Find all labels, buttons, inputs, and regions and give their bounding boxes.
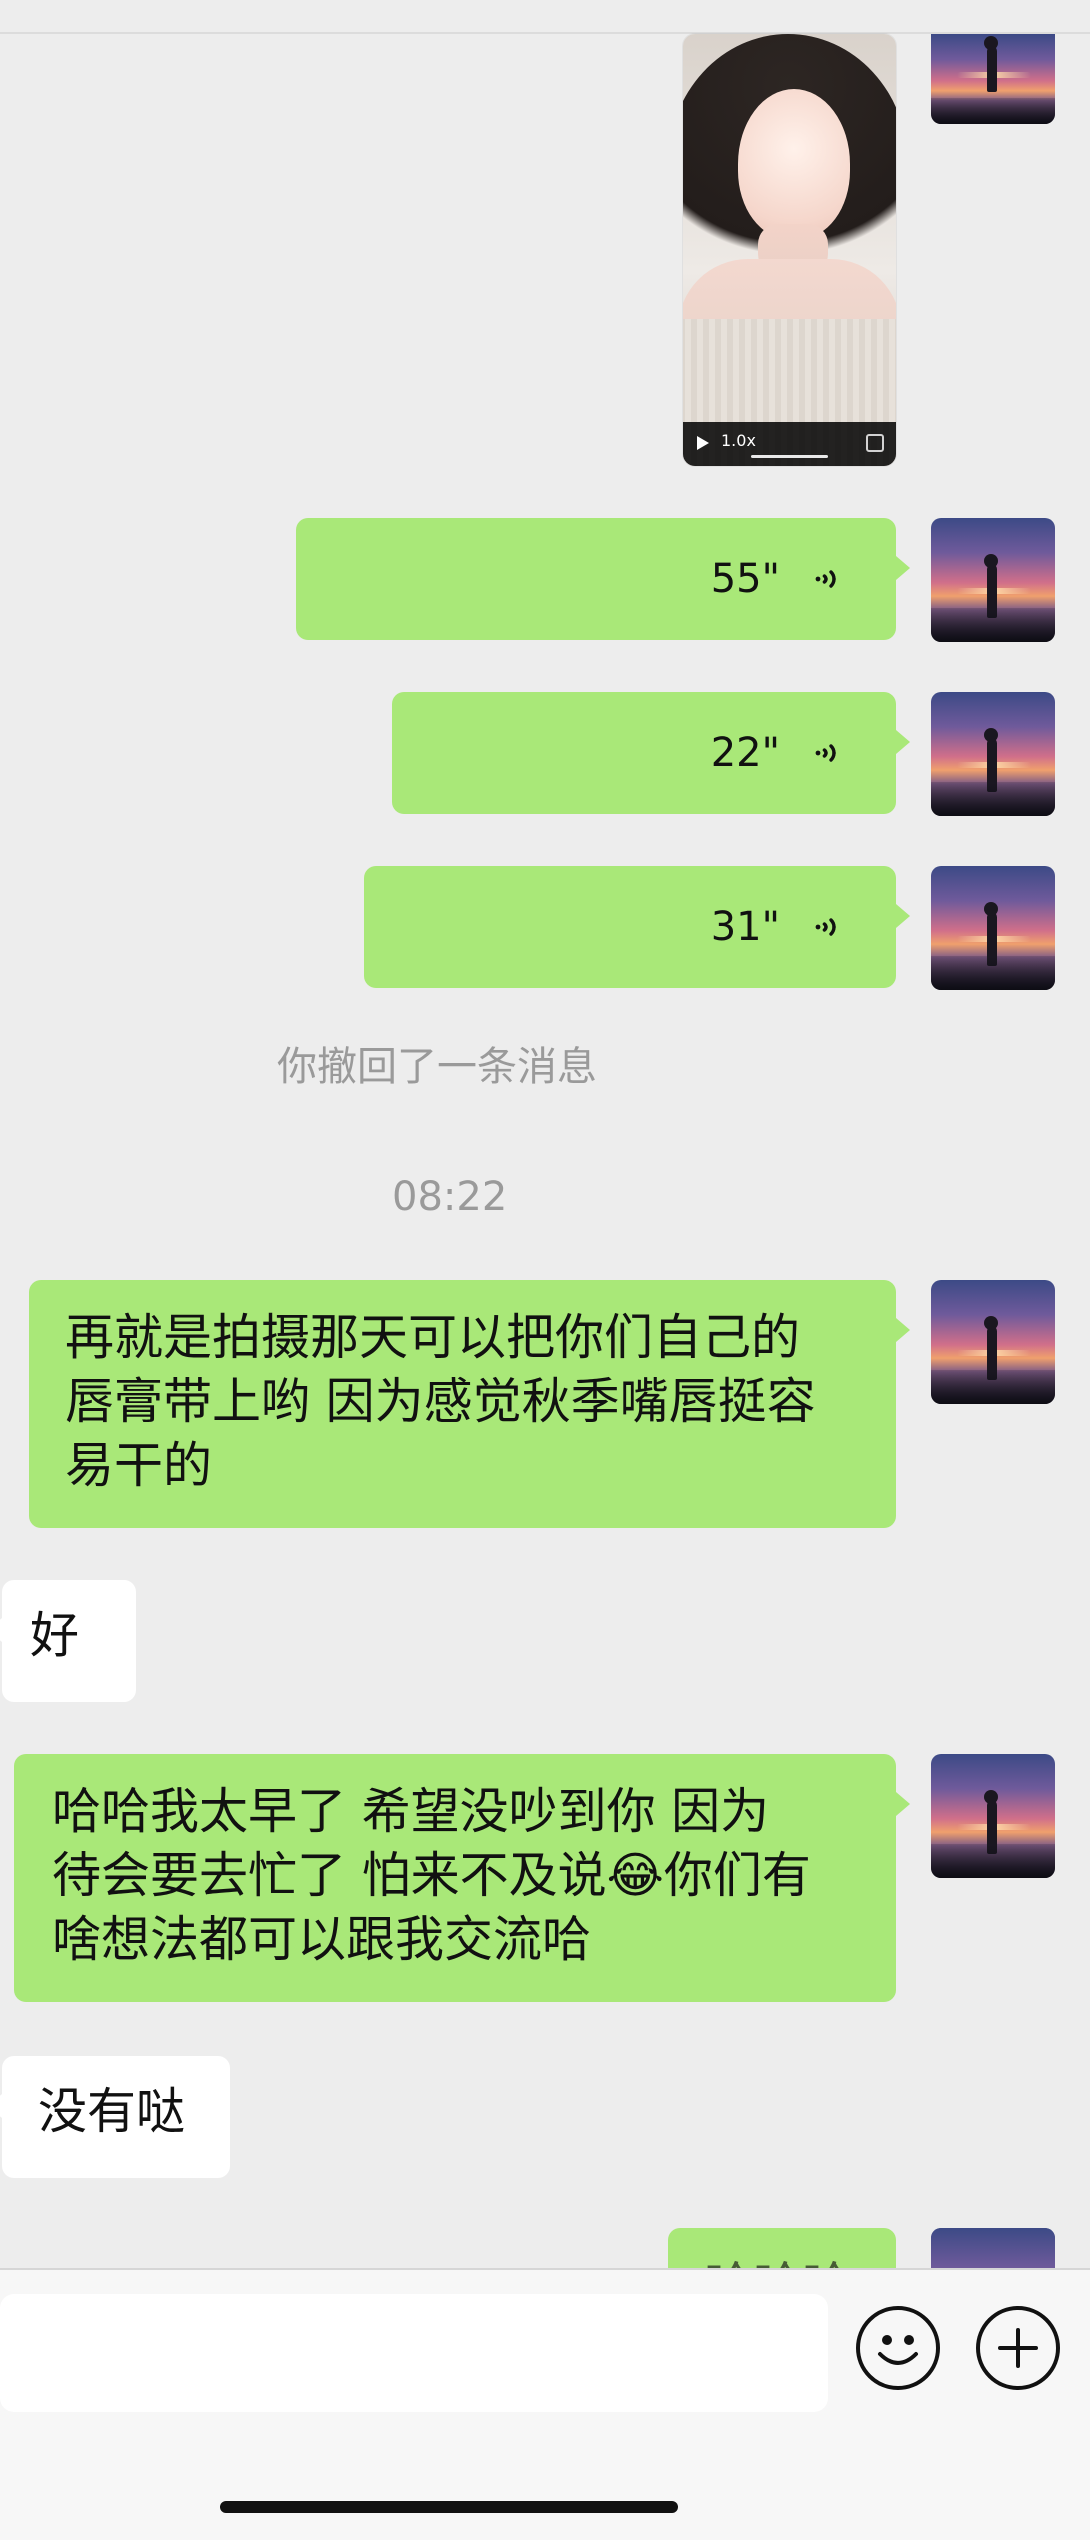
received-text-message[interactable]: 没有哒	[0, 2056, 230, 2178]
voice-wave-icon	[815, 744, 836, 762]
voice-message-bubble[interactable]: 22"	[392, 692, 910, 814]
emoji-face-icon[interactable]	[856, 2306, 940, 2390]
system-recall-notice: 你撤回了一条消息	[277, 1044, 597, 1090]
plus-icon-graphic	[998, 2328, 1038, 2368]
avatar-water	[931, 782, 1055, 816]
voice-duration: 22"	[710, 730, 780, 776]
message-line: 哈哈我太早了 希望没吵到你 因为	[52, 1783, 770, 1840]
voice-wave-icon	[815, 570, 836, 588]
voice-message-bubble[interactable]: 31"	[364, 866, 910, 988]
message-line: 啥想法都可以跟我交流哈	[52, 1911, 592, 1968]
top-divider	[0, 32, 1090, 34]
voice-wave-icon	[815, 918, 836, 936]
video-control-bar[interactable]: 1.0x	[683, 422, 896, 466]
message-timestamp: 08:22	[392, 1174, 508, 1220]
voice-duration: 31"	[710, 904, 780, 950]
avatar-silhouette	[984, 36, 998, 92]
message-input[interactable]	[0, 2294, 828, 2412]
avatar-water	[931, 956, 1055, 990]
avatar-self[interactable]	[931, 866, 1055, 990]
message-text: 好	[30, 1607, 80, 1664]
avatar-water	[931, 608, 1055, 642]
tears-of-joy-emoji-icon: 😂	[606, 1847, 664, 1904]
message-line: 易干的	[65, 1437, 213, 1494]
home-indicator	[220, 2501, 678, 2513]
message-text-partial: 哈哈哈	[704, 2246, 851, 2268]
message-text: 没有哒	[38, 2083, 186, 2140]
plus-icon[interactable]	[976, 2306, 1060, 2390]
video-fullscreen-icon[interactable]	[866, 434, 884, 452]
video-progress-bar[interactable]	[751, 455, 828, 458]
avatar-water	[931, 1370, 1055, 1404]
video-message[interactable]: 1.0x	[683, 34, 896, 466]
video-play-icon[interactable]	[697, 436, 709, 450]
message-line: 再就是拍摄那天可以把你们自己的	[65, 1309, 801, 1366]
avatar-sky	[931, 2228, 1055, 2268]
message-line: 唇膏带上哟 因为感觉秋季嘴唇挺容	[65, 1373, 816, 1430]
avatar-water	[931, 1844, 1055, 1878]
avatar-self[interactable]	[931, 34, 1055, 124]
avatar-water	[931, 98, 1055, 124]
avatar-self[interactable]	[931, 2228, 1055, 2268]
message-line: 待会要去忙了 怕来不及说😂你们有	[52, 1844, 864, 1908]
voice-duration: 55"	[710, 556, 780, 602]
sent-text-message-partial[interactable]: 哈哈哈	[668, 2228, 896, 2268]
avatar-self[interactable]	[931, 518, 1055, 642]
avatar-self[interactable]	[931, 1280, 1055, 1404]
video-thumbnail-face	[738, 89, 850, 239]
sent-text-message[interactable]: 哈哈我太早了 希望没吵到你 因为 待会要去忙了 怕来不及说😂你们有 啥想法都可以…	[14, 1754, 910, 2002]
sent-text-message[interactable]: 再就是拍摄那天可以把你们自己的 唇膏带上哟 因为感觉秋季嘴唇挺容 易干的	[29, 1280, 910, 1528]
message-line-part: 待会要去忙了 怕来不及说	[52, 1847, 607, 1904]
avatar-self[interactable]	[931, 1754, 1055, 1878]
video-speed-label[interactable]: 1.0x	[721, 431, 756, 450]
received-text-message[interactable]: 好	[0, 1580, 136, 1702]
message-line-part: 你们有	[663, 1847, 811, 1904]
emoji-face-icon-graphic	[878, 2335, 918, 2365]
voice-message-bubble[interactable]: 55"	[296, 518, 910, 640]
avatar-self[interactable]	[931, 692, 1055, 816]
